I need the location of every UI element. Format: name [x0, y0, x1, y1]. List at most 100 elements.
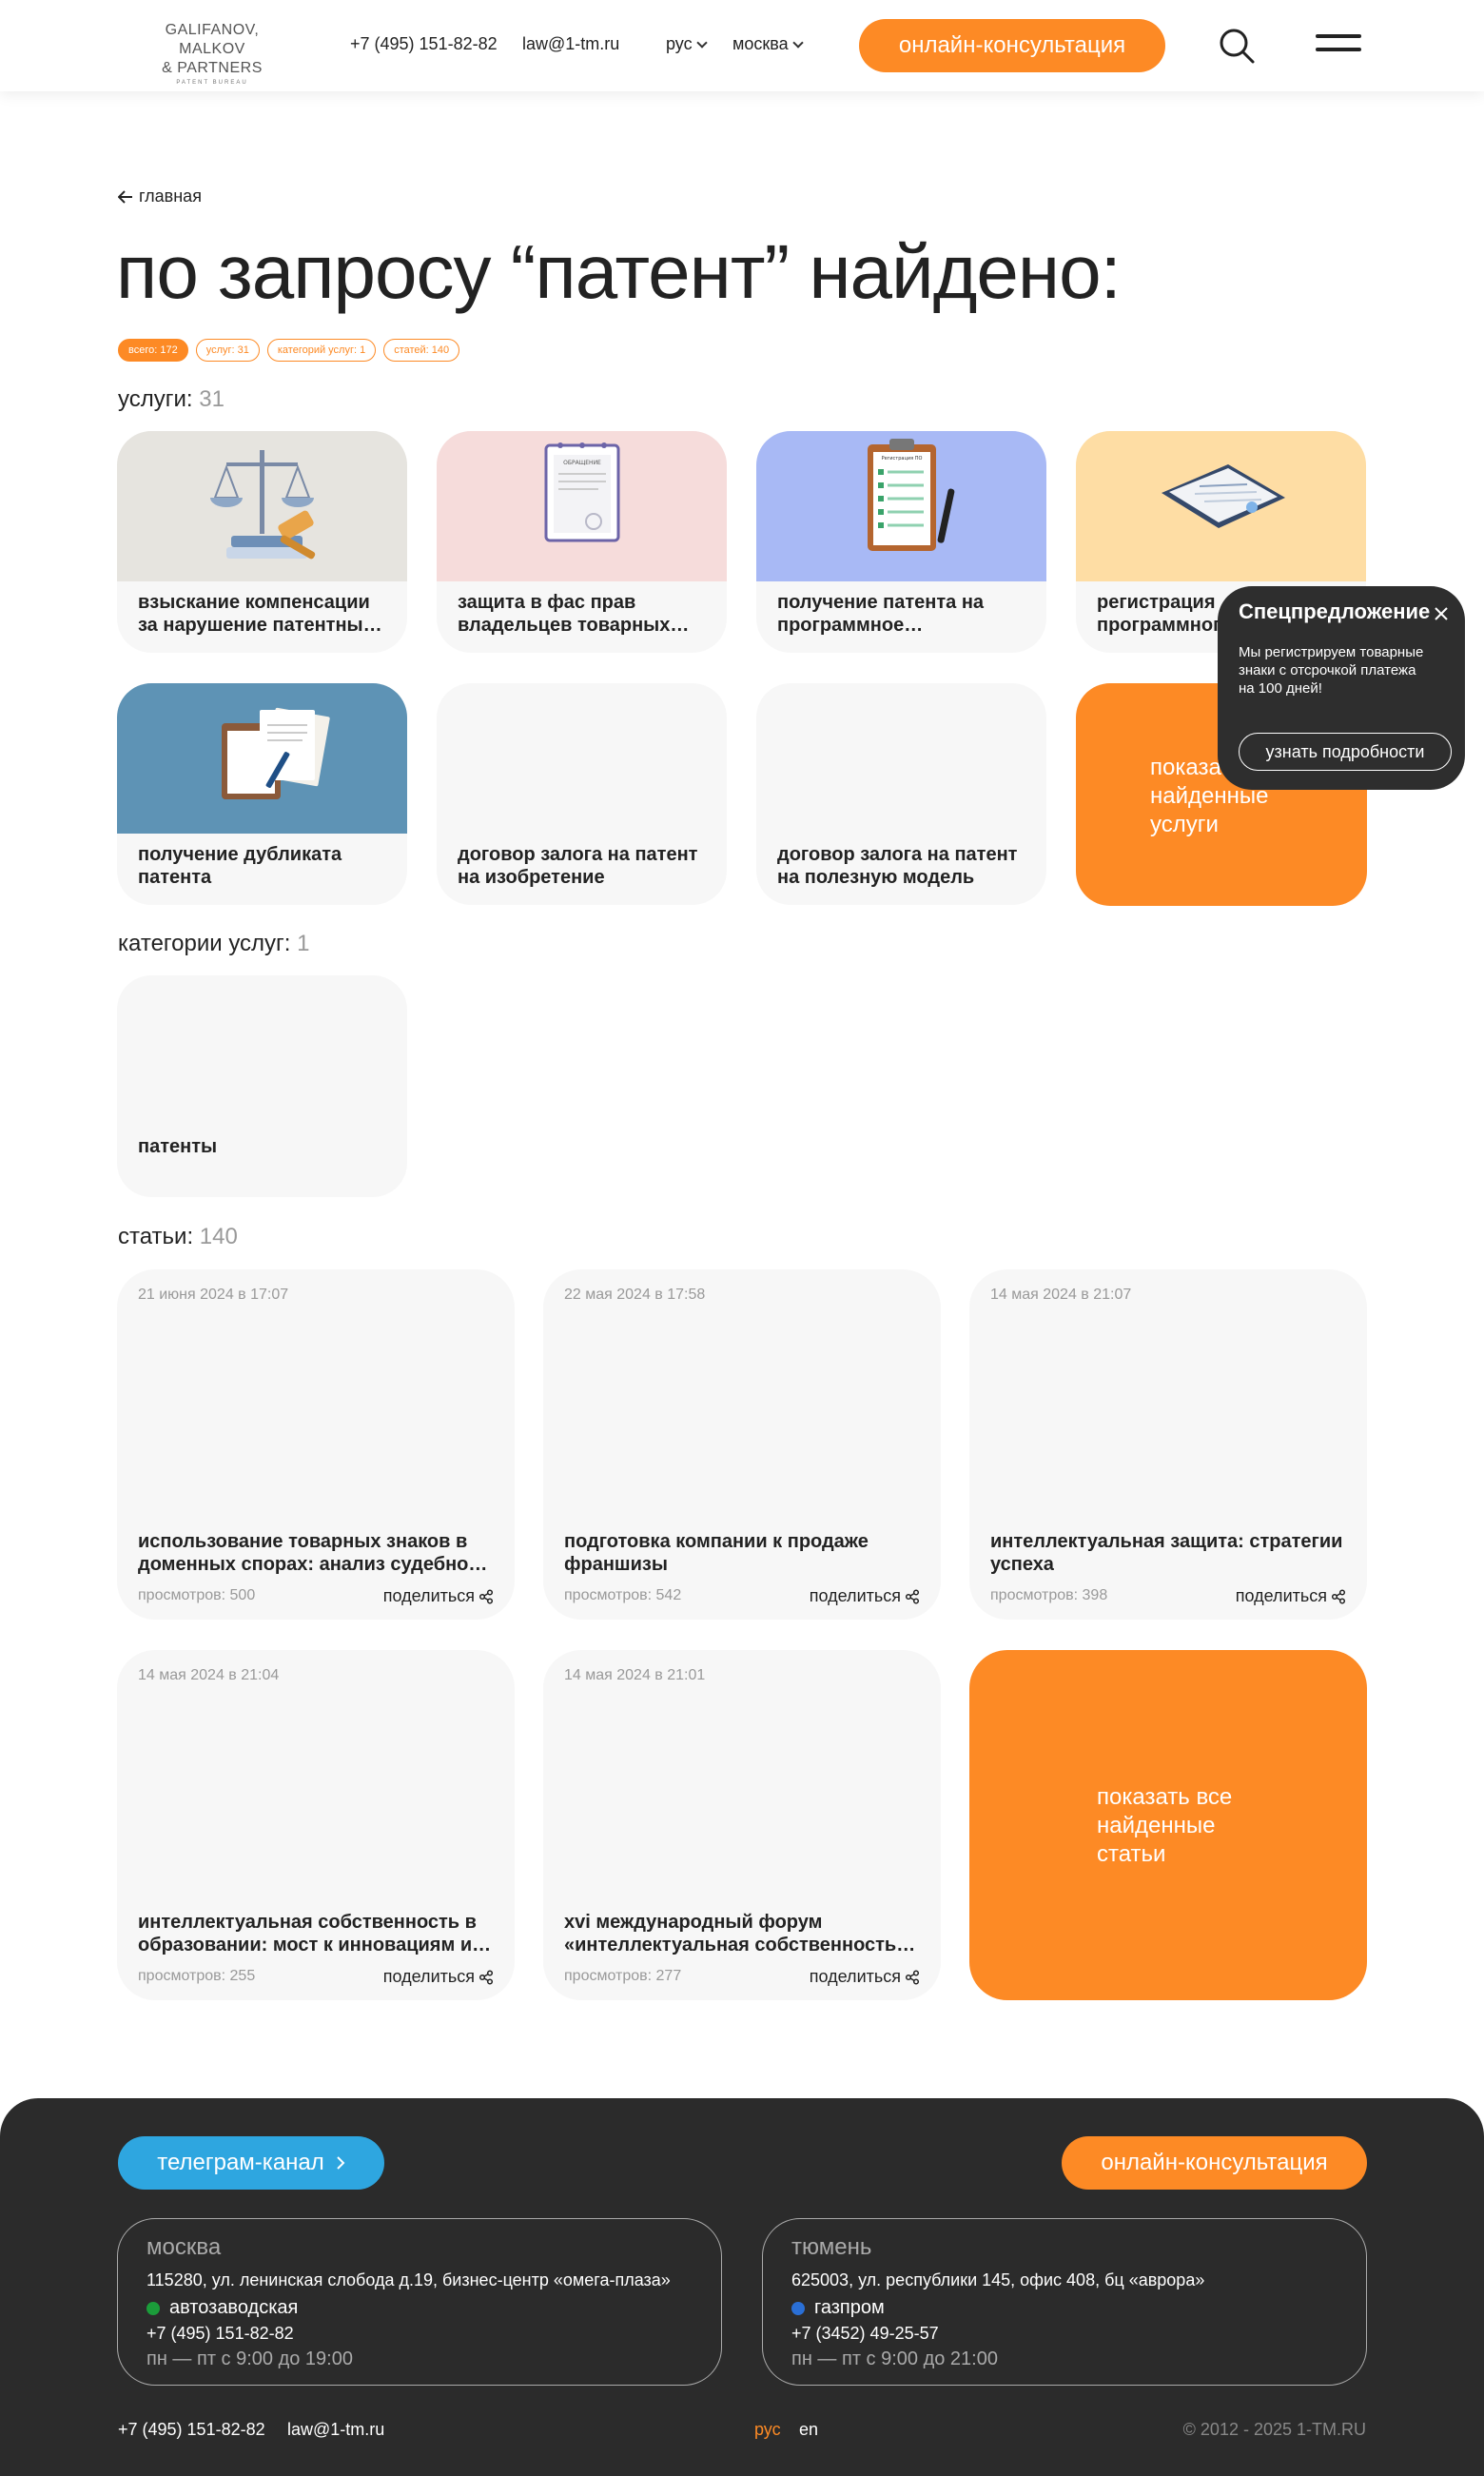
footer-phone-link[interactable]: +7 (495) 151-82-82 [118, 2420, 265, 2440]
footer-lang-ru[interactable]: рус [754, 2420, 781, 2440]
certificate-illustration [1076, 431, 1366, 581]
metro-icon [146, 2301, 160, 2315]
chip-services[interactable]: услуг: 31 [195, 339, 260, 362]
article-title: интеллектуальная защита: стратегии успех… [990, 1531, 1343, 1575]
popup-text: Мы регистрируем товарные знаки с отсрочк… [1239, 644, 1424, 697]
office-address: 625003, ул. республики 145, офис 408, бц… [791, 2270, 1205, 2289]
article-views: просмотров: 542 [564, 1587, 682, 1603]
service-title: взыскание компенсации за нарушение патен… [138, 592, 374, 636]
chip-articles[interactable]: статей: 140 [383, 339, 460, 362]
office-phone-link[interactable]: +7 (495) 151-82-82 [146, 2324, 294, 2344]
company-logo[interactable]: GALIFANOV, MALKOV & PARTNERS PATENT BURE… [131, 21, 293, 86]
footer-email-link[interactable]: law@1-tm.ru [287, 2420, 384, 2440]
article-title: xvi международный форум «интеллектуальна… [564, 1912, 912, 1955]
close-icon[interactable] [1433, 605, 1450, 622]
office-city: москва [146, 2234, 222, 2260]
header-email-link[interactable]: law@1-tm.ru [522, 34, 619, 54]
scales-gavel-illustration [117, 431, 407, 581]
show-all-articles-button[interactable]: показать все найденные статьи [969, 1650, 1367, 2000]
share-icon [905, 1969, 920, 1985]
articles-section-title: статьи: 140 [118, 1224, 238, 1249]
services-section-title: услуги: 31 [118, 386, 225, 412]
office-metro: автозаводская [146, 2297, 298, 2319]
category-card[interactable]: патенты [117, 975, 407, 1197]
office-hours: пн — пт с 9:00 до 19:00 [146, 2348, 353, 2369]
special-offer-popup: Спецпредложение Мы регистрируем товарные… [1218, 586, 1465, 790]
office-metro: газпром [791, 2297, 885, 2319]
service-card[interactable]: Регистрация ПО получение патента на прог… [756, 431, 1046, 653]
share-icon [905, 1588, 920, 1604]
documents-stack-illustration [117, 683, 407, 834]
office-card-tyumen: тюмень 625003, ул. республики 145, офис … [762, 2218, 1367, 2386]
share-icon [478, 1588, 494, 1604]
chevron-right-icon [337, 2156, 345, 2170]
copyright: © 2012 - 2025 1-TM.RU [1182, 2420, 1366, 2439]
header-phone-link[interactable]: +7 (495) 151-82-82 [350, 34, 498, 54]
clipboard-illustration-label: Регистрация ПО [882, 456, 923, 462]
article-date: 22 мая 2024 в 17:58 [564, 1287, 706, 1303]
bus-stop-icon [791, 2301, 805, 2315]
article-card[interactable]: 14 мая 2024 в 21:07 интеллектуальная защ… [969, 1269, 1367, 1620]
service-card[interactable]: договор залога на патент на изобретение [437, 683, 727, 905]
article-title: использование товарных знаков в доменных… [138, 1531, 480, 1575]
article-date: 21 июня 2024 в 17:07 [138, 1287, 289, 1303]
telegram-channel-button[interactable]: телеграм-канал [118, 2136, 384, 2190]
share-button[interactable]: поделиться [383, 1967, 494, 1987]
office-hours: пн — пт с 9:00 до 21:00 [791, 2348, 998, 2369]
city-select-value: москва [732, 34, 789, 53]
service-title: получение патента на программное обеспеч… [777, 592, 985, 636]
article-card[interactable]: 22 мая 2024 в 17:58 подготовка компании … [543, 1269, 941, 1620]
share-button[interactable]: поделиться [810, 1967, 920, 1987]
service-title: договор залога на патент на изобретение [458, 844, 698, 888]
article-card[interactable]: 14 мая 2024 в 21:01 xvi международный фо… [543, 1650, 941, 2000]
service-card[interactable]: взыскание компенсации за нарушение патен… [117, 431, 407, 653]
article-views: просмотров: 277 [564, 1968, 682, 1984]
article-card[interactable]: 21 июня 2024 в 17:07 использование товар… [117, 1269, 515, 1620]
footer-lang-en[interactable]: en [799, 2420, 818, 2440]
chip-categories[interactable]: категорий услуг: 1 [266, 339, 377, 362]
office-phone-link[interactable]: +7 (3452) 49-25-57 [791, 2324, 939, 2344]
service-title: получение дубликата патента [138, 844, 342, 888]
document-illustration: ОБРАЩЕНИЕ [437, 431, 727, 581]
city-select[interactable]: москва [732, 34, 804, 54]
article-date: 14 мая 2024 в 21:07 [990, 1287, 1132, 1303]
article-views: просмотров: 500 [138, 1587, 256, 1603]
language-select-value: рус [666, 34, 693, 53]
categories-section-title: категории услуг: 1 [118, 931, 310, 956]
share-button[interactable]: поделиться [1236, 1586, 1346, 1606]
arrow-left-icon [118, 189, 132, 204]
office-card-moscow: москва 115280, ул. ленинская слобода д.1… [117, 2218, 722, 2386]
share-icon [1331, 1588, 1346, 1604]
office-address: 115280, ул. ленинская слобода д.19, бизн… [146, 2270, 671, 2289]
service-card[interactable]: получение дубликата патента [117, 683, 407, 905]
footer-consultation-button[interactable]: онлайн-консультация [1062, 2136, 1367, 2190]
chip-all[interactable]: всего: 172 [118, 339, 188, 362]
language-select[interactable]: рус [666, 34, 708, 54]
breadcrumb-home[interactable]: главная [118, 187, 202, 206]
result-filter-chips: всего: 172 услуг: 31 категорий услуг: 1 … [118, 339, 460, 362]
document-illustration-label: ОБРАЩЕНИЕ [563, 460, 601, 466]
chevron-down-icon [791, 36, 804, 49]
category-title: патенты [138, 1136, 218, 1157]
search-icon[interactable] [1218, 27, 1256, 65]
site-footer: телеграм-канал онлайн-консультация москв… [0, 2098, 1484, 2476]
service-card[interactable]: ОБРАЩЕНИЕ защита в фас прав владельцев т… [437, 431, 727, 653]
site-header: GALIFANOV, MALKOV & PARTNERS PATENT BURE… [0, 0, 1484, 91]
office-city: тюмень [791, 2234, 872, 2260]
hamburger-menu-icon[interactable] [1316, 34, 1361, 55]
share-button[interactable]: поделиться [383, 1586, 494, 1606]
chevron-down-icon [695, 36, 708, 49]
popup-learn-more-button[interactable]: узнать подробности [1239, 733, 1452, 771]
article-views: просмотров: 255 [138, 1968, 256, 1984]
share-icon [478, 1969, 494, 1985]
online-consultation-button[interactable]: онлайн-консультация [859, 19, 1165, 72]
share-button[interactable]: поделиться [810, 1586, 920, 1606]
page-title: по запросу “патент” найдено: [116, 229, 1122, 314]
service-title: защита в фас прав владельцев товарных зн… [458, 592, 671, 636]
clipboard-checklist-illustration: Регистрация ПО [756, 431, 1046, 581]
service-title: договор залога на патент на полезную мод… [777, 844, 1018, 888]
article-title: подготовка компании к продаже франшизы [564, 1531, 869, 1575]
article-date: 14 мая 2024 в 21:01 [564, 1667, 706, 1683]
service-card[interactable]: договор залога на патент на полезную мод… [756, 683, 1046, 905]
article-card[interactable]: 14 мая 2024 в 21:04 интеллектуальная соб… [117, 1650, 515, 2000]
